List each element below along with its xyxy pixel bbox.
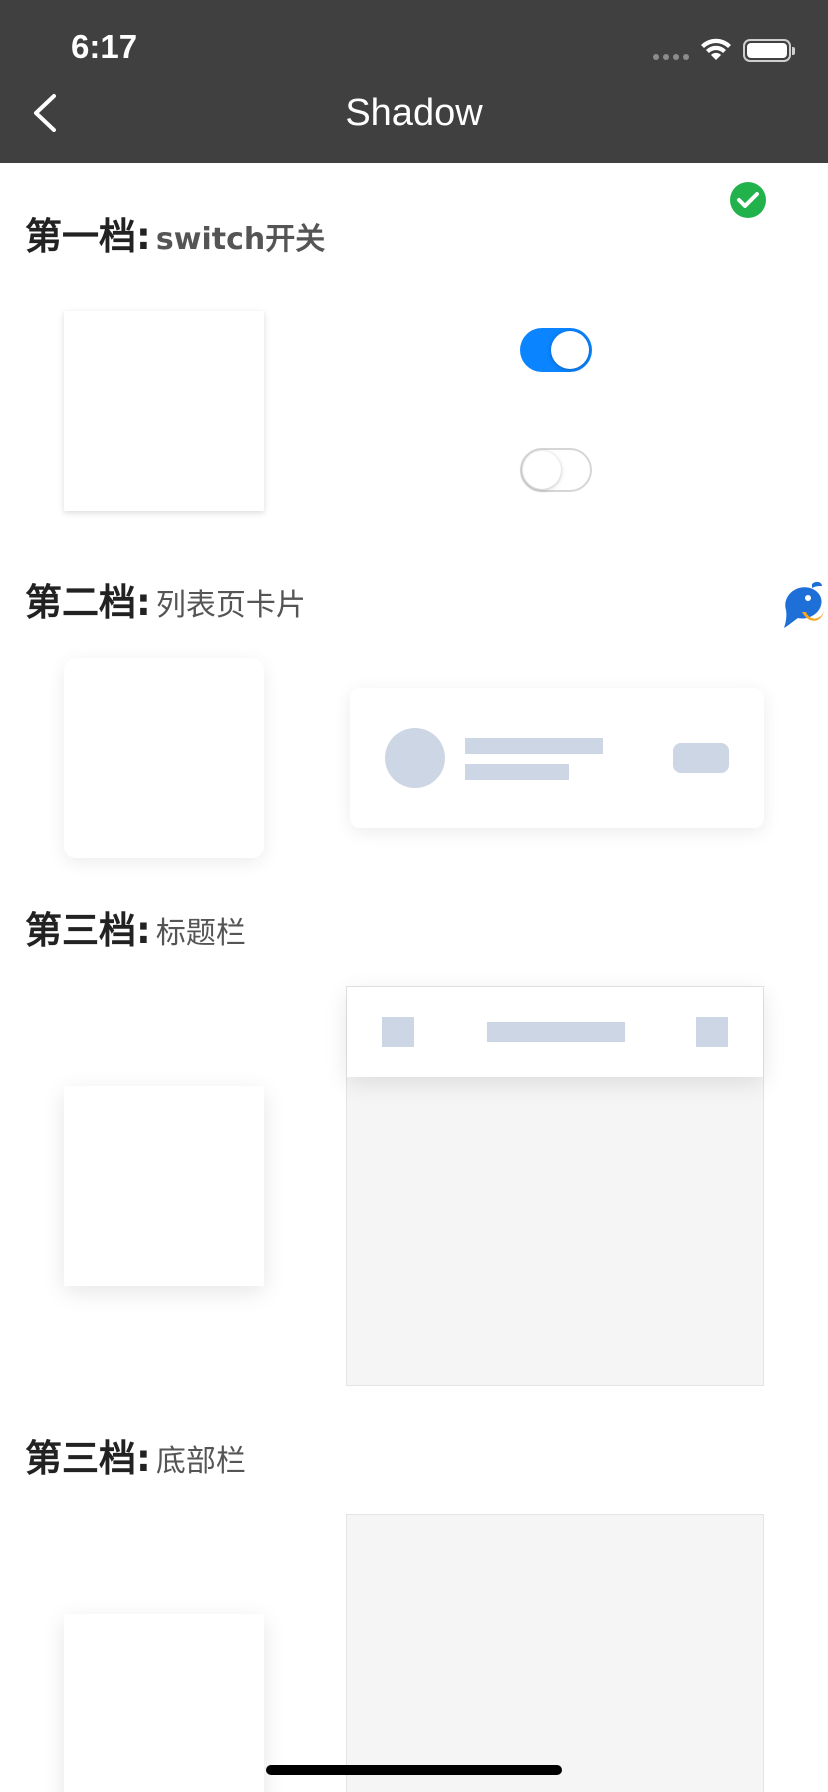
section-level: 第三档:: [25, 909, 151, 952]
title-bar-mockup: [347, 987, 763, 1077]
icon-placeholder: [382, 1017, 414, 1047]
shadow-sample-card-level3: [64, 1086, 264, 1286]
title-placeholder: [487, 1022, 625, 1042]
switch-knob: [523, 451, 561, 489]
section-title-3: 第三档: 标题栏: [25, 900, 246, 954]
section-level: 第三档:: [25, 1437, 151, 1480]
section-desc: switch开关: [155, 222, 326, 257]
switch-on[interactable]: [520, 328, 592, 372]
switch-knob: [551, 331, 589, 369]
wifi-icon: [701, 38, 731, 60]
switch-off[interactable]: [520, 448, 592, 492]
section-level: 第一档:: [25, 215, 151, 258]
page-title: Shadow: [345, 92, 483, 134]
list-card-mockup: [350, 688, 764, 828]
section-desc: 底部栏: [155, 1444, 246, 1479]
battery-icon: [743, 39, 795, 62]
shadow-sample-card-level2: [64, 658, 264, 858]
shadow-demo-page: 6:17 Shadow 第一档: switch开关 第二档: 列表页卡片 第三档…: [0, 0, 828, 1792]
dolphin-mascot-icon[interactable]: [778, 580, 826, 632]
section-title-1: 第一档: switch开关: [25, 206, 325, 260]
section-title-4: 第三档: 底部栏: [25, 1428, 246, 1482]
icon-placeholder: [696, 1017, 728, 1047]
header: 6:17 Shadow: [0, 0, 828, 163]
bottom-bar-mockup-screen: [346, 1514, 764, 1792]
section-desc: 列表页卡片: [155, 588, 306, 623]
button-placeholder: [673, 743, 729, 773]
shadow-sample-card-level1: [64, 311, 264, 511]
home-indicator[interactable]: [266, 1765, 562, 1775]
avatar-placeholder: [385, 728, 445, 788]
text-line-placeholder: [465, 764, 569, 780]
checkmark-icon[interactable]: [730, 182, 766, 218]
shadow-sample-card-level3-bottom: [64, 1614, 264, 1792]
signal-icon: [653, 54, 691, 62]
status-time: 6:17: [71, 28, 138, 65]
section-level: 第二档:: [25, 581, 151, 624]
text-line-placeholder: [465, 738, 603, 754]
title-bar-mockup-screen: [346, 986, 764, 1386]
section-desc: 标题栏: [155, 916, 246, 951]
section-title-2: 第二档: 列表页卡片: [25, 572, 306, 626]
